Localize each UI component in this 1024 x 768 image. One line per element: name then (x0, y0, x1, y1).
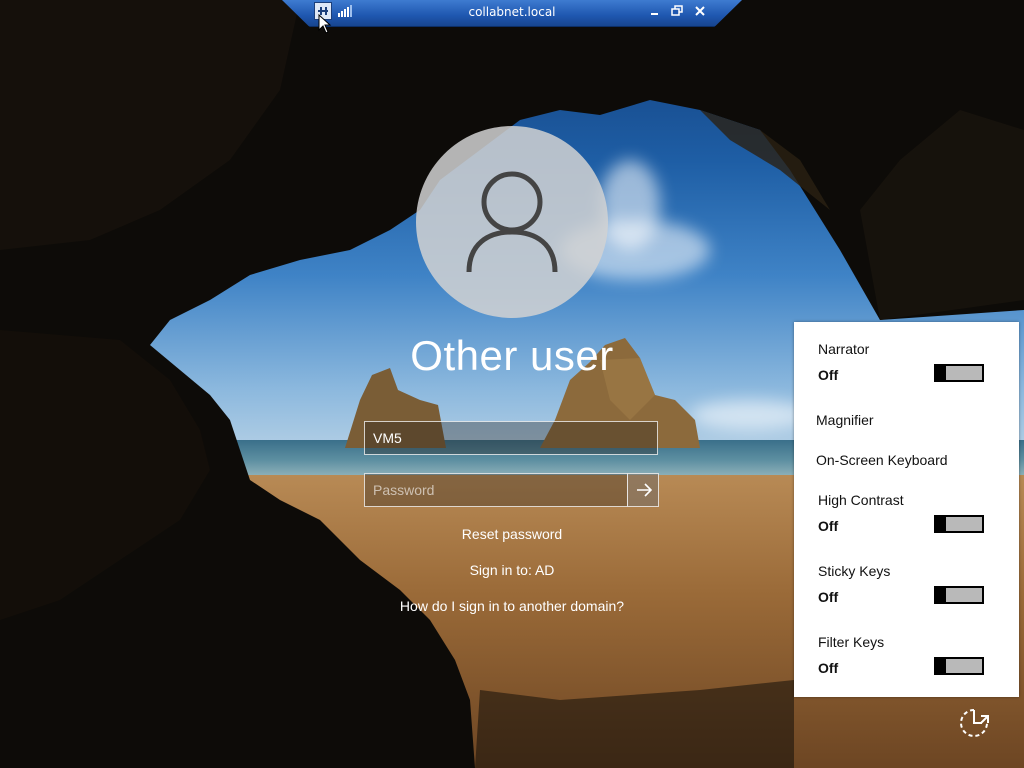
user-avatar (416, 126, 608, 318)
filter-keys-label: Filter Keys (818, 634, 885, 650)
arrow-right-icon (637, 483, 652, 497)
other-domain-link[interactable]: How do I sign in to another domain? (312, 598, 712, 614)
connection-quality-icon[interactable] (338, 5, 352, 17)
close-icon[interactable] (693, 4, 707, 18)
toggle-knob (936, 366, 946, 380)
narrator-state: Off (818, 367, 839, 383)
submit-button[interactable] (627, 473, 659, 507)
filter-keys-state: Off (818, 660, 839, 676)
reset-password-link[interactable]: Reset password (312, 526, 712, 542)
filter-keys-toggle[interactable] (934, 657, 984, 675)
magnifier-item[interactable]: Magnifier (816, 412, 874, 428)
toggle-knob (936, 588, 946, 602)
ease-of-access-panel: Narrator Off Magnifier On-Screen Keyboar… (794, 322, 1019, 697)
username-input[interactable]: VM5 (364, 421, 658, 455)
password-input[interactable]: Password (364, 473, 628, 507)
on-screen-keyboard-item[interactable]: On-Screen Keyboard (816, 452, 948, 468)
restore-icon[interactable] (670, 4, 684, 18)
narrator-label: Narrator (818, 341, 870, 357)
toggle-knob (936, 517, 946, 531)
high-contrast-toggle[interactable] (934, 515, 984, 533)
high-contrast-label: High Contrast (818, 492, 904, 508)
account-name: Other user (410, 332, 614, 379)
sticky-keys-label: Sticky Keys (818, 563, 891, 579)
narrator-toggle[interactable] (934, 364, 984, 382)
minimize-icon[interactable] (648, 4, 662, 18)
sticky-keys-state: Off (818, 589, 839, 605)
user-avatar-icon (466, 171, 558, 273)
sticky-keys-toggle[interactable] (934, 586, 984, 604)
toggle-knob (936, 659, 946, 673)
ease-of-access-icon[interactable] (957, 706, 993, 740)
high-contrast-state: Off (818, 518, 839, 534)
mouse-cursor-icon (318, 14, 332, 34)
sign-in-domain-label: Sign in to: AD (469, 562, 555, 578)
